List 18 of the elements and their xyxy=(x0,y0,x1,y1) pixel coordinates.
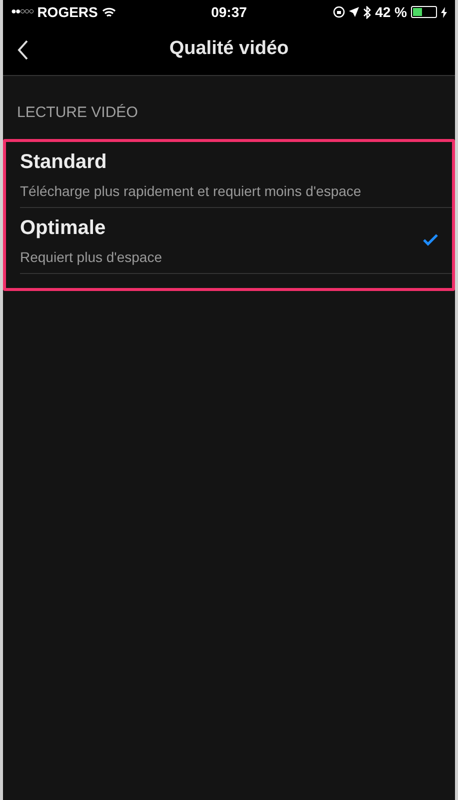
option-description: Requiert plus d'espace xyxy=(20,248,163,267)
wifi-icon xyxy=(102,6,116,18)
charging-bolt-icon xyxy=(440,6,447,18)
section-header: LECTURE VIDÉO xyxy=(16,103,139,123)
rotation-lock-icon xyxy=(333,6,346,18)
option-description: Télécharge plus rapidement et requiert moins d'espace xyxy=(20,182,362,201)
screen-title: Qualité vidéo xyxy=(169,37,289,62)
signal-strength: ●●○○○ xyxy=(11,5,34,18)
quality-option[interactable]: Standard Télécharge plus rapidement et requiert moins d'espace xyxy=(20,142,452,208)
option-title: Standard xyxy=(20,150,108,174)
quality-option[interactable]: Optimale Requiert plus d'espace xyxy=(20,208,452,274)
clock-time: 09:37 xyxy=(210,2,248,22)
carrier-name: ROGERS xyxy=(37,2,98,22)
location-arrow-icon xyxy=(349,7,360,17)
bluetooth-icon xyxy=(363,6,372,18)
battery-percent: 42 % xyxy=(375,2,407,22)
battery-icon xyxy=(410,6,437,18)
option-title: Optimale xyxy=(20,216,107,240)
